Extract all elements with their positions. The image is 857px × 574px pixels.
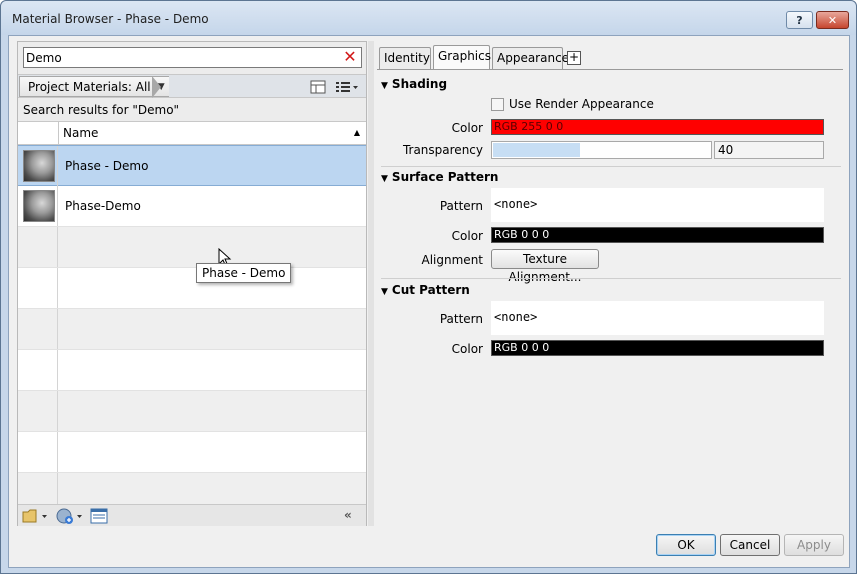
ok-button[interactable]: OK <box>656 534 716 556</box>
library-toolbar: « <box>18 504 366 526</box>
grid-header: Name ▲ <box>18 122 366 145</box>
empty-row <box>18 227 366 268</box>
table-row[interactable]: Phase-Demo <box>18 186 366 227</box>
shading-section-header[interactable]: ▼ Shading <box>381 77 447 91</box>
transparency-label: Transparency <box>402 143 483 157</box>
project-materials-dropdown[interactable]: Project Materials: All ▼ <box>19 76 169 97</box>
empty-row <box>18 350 366 391</box>
breadcrumb-label: Project Materials: All <box>28 80 151 94</box>
material-thumbnail <box>23 150 55 182</box>
material-grid: Name ▲ Phase - Demo Phase-Demo Phase - D… <box>18 121 366 504</box>
use-render-appearance-checkbox[interactable] <box>491 98 504 111</box>
empty-row <box>18 268 366 309</box>
empty-row <box>18 432 366 473</box>
empty-row <box>18 473 366 504</box>
apply-button[interactable]: Apply <box>784 534 844 556</box>
material-name: Phase-Demo <box>65 199 141 213</box>
grid-view-icon[interactable] <box>310 80 326 94</box>
cut-color-swatch[interactable]: RGB 0 0 0 <box>491 340 824 356</box>
table-row[interactable]: Phase - Demo <box>18 145 366 186</box>
surface-color-swatch[interactable]: RGB 0 0 0 <box>491 227 824 243</box>
material-name: Phase - Demo <box>65 159 149 173</box>
alignment-label: Alignment <box>421 253 483 267</box>
collapse-triangle-icon: ▼ <box>381 81 388 91</box>
add-tab-button[interactable]: + <box>567 51 581 65</box>
help-button[interactable]: ? <box>786 11 813 29</box>
cut-color-label: Color <box>451 342 483 356</box>
shading-color-label: Color <box>451 121 483 135</box>
tab-graphics[interactable]: Graphics <box>433 45 491 70</box>
material-browser-window: Material Browser - Phase - Demo ? ✕ ✕ Pr… <box>0 0 857 574</box>
cut-pattern-field[interactable]: <none> <box>491 301 824 335</box>
surface-pattern-label: Pattern <box>439 199 483 213</box>
search-results-label: Search results for "Demo" <box>23 103 180 117</box>
texture-alignment-button[interactable]: Texture Alignment... <box>491 249 599 284</box>
clear-search-icon[interactable]: ✕ <box>342 49 358 65</box>
dialog-body: ✕ Project Materials: All ▼ <box>8 35 850 568</box>
material-thumbnail <box>23 190 55 222</box>
collapse-triangle-icon: ▼ <box>381 287 388 297</box>
collapse-icon[interactable]: « <box>344 508 352 524</box>
folder-icon[interactable] <box>22 508 48 524</box>
globe-add-icon[interactable] <box>56 508 84 524</box>
row-tooltip: Phase - Demo <box>196 263 292 283</box>
pane-splitter[interactable] <box>368 41 374 526</box>
transparency-slider[interactable] <box>491 141 712 159</box>
surface-pattern-field[interactable]: <none> <box>491 188 824 222</box>
list-view-icon[interactable] <box>335 80 359 94</box>
shading-color-swatch[interactable]: RGB 255 0 0 <box>491 119 824 135</box>
name-column-header[interactable]: Name <box>63 126 98 140</box>
search-box: ✕ <box>23 47 362 68</box>
library-panel-icon[interactable] <box>90 508 108 524</box>
title-bar: Material Browser - Phase - Demo ? ✕ <box>1 1 856 35</box>
surface-color-label: Color <box>451 229 483 243</box>
use-render-appearance-label: Use Render Appearance <box>509 97 654 111</box>
cancel-button[interactable]: Cancel <box>720 534 780 556</box>
transparency-fill <box>493 143 580 157</box>
window-title: Material Browser - Phase - Demo <box>12 12 209 26</box>
search-input[interactable] <box>26 49 336 66</box>
surface-pattern-section-header[interactable]: ▼ Surface Pattern <box>381 170 498 184</box>
tab-appearance[interactable]: Appearance <box>492 47 569 69</box>
close-button[interactable]: ✕ <box>816 11 849 29</box>
material-list-pane: ✕ Project Materials: All ▼ <box>17 41 367 526</box>
empty-row <box>18 391 366 432</box>
tab-identity[interactable]: Identity <box>379 47 431 69</box>
breadcrumb-bar: Project Materials: All ▼ <box>18 74 366 98</box>
transparency-value[interactable]: 40 <box>714 141 824 159</box>
cut-pattern-label: Pattern <box>439 312 483 326</box>
sort-ascending-icon: ▲ <box>353 128 360 137</box>
cut-pattern-section-header[interactable]: ▼ Cut Pattern <box>381 283 470 297</box>
collapse-triangle-icon: ▼ <box>381 174 388 184</box>
material-editor-pane: Identity Graphics Appearance + ▼ Shading … <box>375 41 845 526</box>
breadcrumb-tip <box>152 76 161 98</box>
empty-row <box>18 309 366 350</box>
